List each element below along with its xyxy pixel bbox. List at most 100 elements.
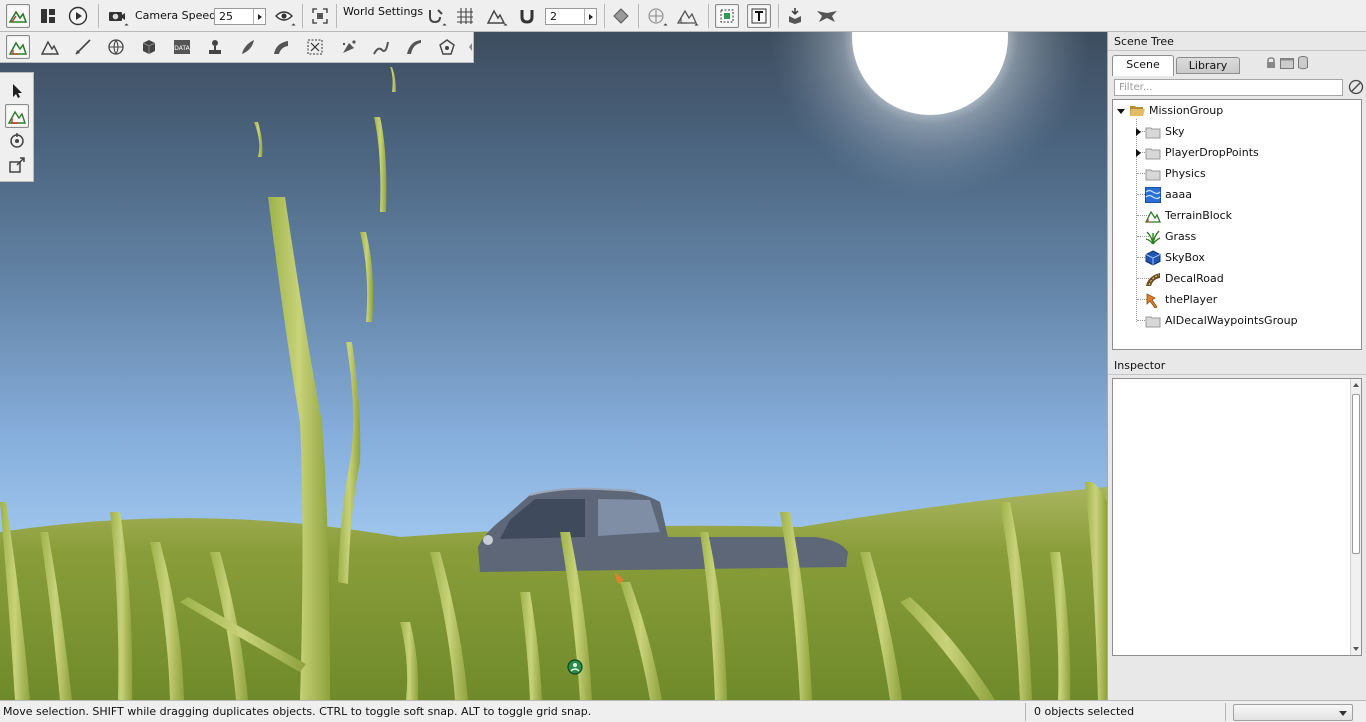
terrain-painter-icon[interactable] [71, 35, 95, 59]
svg-text:DATA: DATA [174, 45, 190, 52]
tree-item-aaaa[interactable]: aaaa [1113, 184, 1361, 205]
datablock-icon[interactable]: DATA [170, 35, 194, 59]
folder-icon [1145, 166, 1161, 182]
player-icon [1145, 292, 1161, 308]
move-icon[interactable] [5, 104, 29, 128]
camera-speed-value: 25 [219, 10, 233, 23]
main-toolbar: Camera Speed 25 World Settings 2 [0, 0, 1366, 32]
mesh-icon[interactable] [137, 35, 161, 59]
folder-icon [1145, 124, 1161, 140]
terrain-editor-icon[interactable] [38, 35, 62, 59]
world-settings-label: World Settings [343, 5, 424, 18]
tree-item-missiongroup[interactable]: MissionGroup [1113, 100, 1361, 121]
water-icon [1145, 187, 1161, 203]
tree-item-label: SkyBox [1165, 251, 1205, 264]
camera-speed-label: Camera Speed [135, 9, 217, 22]
camera-icon[interactable] [105, 4, 129, 28]
terrain-icon [1145, 208, 1161, 224]
grass-icon [1145, 229, 1161, 245]
tab-library-label: Library [1188, 59, 1228, 72]
tab-library[interactable]: Library [1176, 57, 1240, 74]
snap-tool-icon[interactable] [423, 4, 447, 28]
tool-palette [0, 72, 34, 182]
particle-icon[interactable] [337, 35, 361, 59]
visibility-eye-icon[interactable] [272, 4, 296, 28]
drop-object-icon[interactable] [783, 4, 807, 28]
3d-viewport[interactable] [0, 32, 1107, 700]
folder-icon [1145, 313, 1161, 329]
select-arrow-icon[interactable] [5, 79, 29, 103]
tree-item-grass[interactable]: Grass [1113, 226, 1361, 247]
folder-icon [1145, 145, 1161, 161]
rotate-icon[interactable] [5, 129, 29, 153]
tree-item-label: Sky [1165, 125, 1185, 138]
tree-item-label: aaaa [1165, 188, 1192, 201]
terrain-snap-icon[interactable] [484, 4, 508, 28]
tree-item-label: TerrainBlock [1165, 209, 1232, 222]
camera-speed-arrow-icon[interactable] [253, 9, 265, 24]
text-label-icon[interactable] [747, 4, 771, 28]
tab-scene-label: Scene [1126, 58, 1160, 71]
grid-snap-icon[interactable] [453, 4, 477, 28]
filter-placeholder: Filter... [1119, 82, 1153, 93]
skybox-icon [1145, 250, 1161, 266]
status-dropdown[interactable] [1233, 704, 1353, 721]
forest-editor-icon[interactable] [236, 35, 260, 59]
lock-icon[interactable] [1266, 57, 1276, 72]
tree-item-label: thePlayer [1165, 293, 1218, 306]
spawn-marker-icon [567, 659, 583, 675]
editor-tools-toolbar: DATA [0, 32, 474, 63]
inspector-scrollbar[interactable] [1350, 379, 1361, 655]
scale-icon[interactable] [5, 153, 29, 177]
fit-view-icon[interactable] [308, 4, 332, 28]
expand-toggle-icon[interactable] [1134, 149, 1142, 157]
road-icon [1145, 271, 1161, 287]
snap-value-arrow-icon[interactable] [584, 9, 596, 24]
scene-tree[interactable]: MissionGroup Sky PlayerDropPoints Physics a… [1112, 99, 1362, 350]
tree-item-label: DecalRoad [1165, 272, 1224, 285]
scroll-thumb[interactable] [1352, 394, 1360, 554]
convex-editor-icon[interactable] [435, 35, 459, 59]
clear-filter-icon[interactable] [1348, 79, 1364, 98]
inspector-panel[interactable] [1112, 378, 1362, 656]
tree-item-physics[interactable]: Physics [1113, 163, 1361, 184]
tree-item-label: Grass [1165, 230, 1197, 243]
filter-input[interactable]: Filter... [1114, 79, 1343, 96]
scene-tree-title: Scene Tree [1114, 35, 1174, 48]
tree-item-aidecalwaypointsgroup[interactable]: AIDecalWaypointsGroup [1113, 310, 1361, 331]
window-icon[interactable] [1280, 58, 1294, 72]
editor-logo-icon[interactable] [6, 4, 30, 28]
database-icon[interactable] [1298, 56, 1308, 73]
select-box-icon[interactable] [715, 4, 739, 28]
layout-icon[interactable] [36, 4, 60, 28]
mesh-road-icon[interactable] [402, 35, 426, 59]
collapse-toolbar-icon[interactable] [468, 37, 473, 57]
expand-toggle-icon[interactable] [1117, 107, 1125, 115]
snap-value: 2 [550, 10, 557, 23]
tree-item-decalroad[interactable]: DecalRoad [1113, 268, 1361, 289]
magnet-icon[interactable] [515, 4, 539, 28]
tree-item-skybox[interactable]: SkyBox [1113, 247, 1361, 268]
object-transform-icon[interactable] [675, 4, 699, 28]
river-editor-icon[interactable] [369, 35, 393, 59]
sketch-icon[interactable] [104, 35, 128, 59]
tree-item-theplayer[interactable]: thePlayer [1113, 289, 1361, 310]
snap-value-field[interactable]: 2 [545, 8, 597, 25]
bounds-icon[interactable] [609, 4, 633, 28]
object-center-icon[interactable] [644, 4, 668, 28]
world-editor-icon[interactable] [6, 35, 30, 59]
stamp-icon[interactable] [815, 4, 839, 28]
scroll-up-icon[interactable] [1353, 383, 1359, 387]
scroll-down-icon[interactable] [1353, 647, 1359, 651]
tab-scene[interactable]: Scene [1112, 55, 1174, 76]
tree-item-playerdroppoints[interactable]: PlayerDropPoints [1113, 142, 1361, 163]
road-editor-icon[interactable] [269, 35, 293, 59]
status-bar: Move selection. SHIFT while dragging dup… [0, 700, 1366, 722]
camera-speed-field[interactable]: 25 [214, 8, 266, 25]
decal-editor-icon[interactable] [303, 35, 327, 59]
tree-item-sky[interactable]: Sky [1113, 121, 1361, 142]
play-icon[interactable] [66, 4, 90, 28]
tree-item-terrainblock[interactable]: TerrainBlock [1113, 205, 1361, 226]
shape-editor-icon[interactable] [203, 35, 227, 59]
expand-toggle-icon[interactable] [1134, 128, 1142, 136]
